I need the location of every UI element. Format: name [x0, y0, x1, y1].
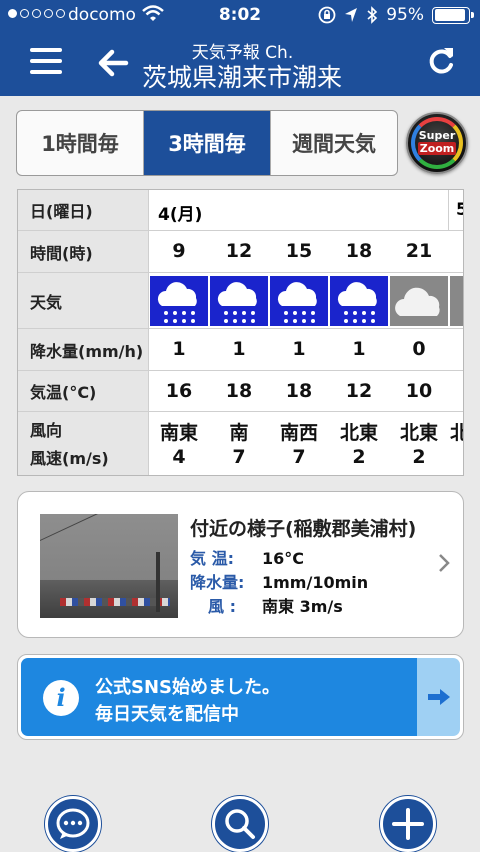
row-label-wind-dir: 風向 [30, 420, 63, 440]
plus-icon [392, 808, 424, 840]
bluetooth-icon [367, 6, 378, 24]
sns-banner[interactable]: i 公式SNS始めました。 毎日天気を配信中 [17, 654, 464, 740]
temp-cell: 18 [285, 380, 313, 402]
interval-tabs: 1時間毎 3時間毎 週間天気 [16, 110, 398, 176]
chat-icon [56, 808, 90, 839]
row-label-temp: 気温(°C) [18, 371, 149, 411]
wind-speed-cell: 2 [412, 446, 426, 468]
superzoom-button[interactable]: Super Zoom [406, 112, 468, 174]
row-label-wind: 風向 風速(m/s) [18, 412, 149, 475]
tab-3-hourly[interactable]: 3時間毎 [144, 111, 271, 175]
banner-arrow-button[interactable] [417, 658, 460, 736]
wind-dir-cell: 南東 [159, 422, 198, 444]
row-label-wind-speed: 風速(m/s) [30, 448, 109, 468]
time-cell: 15 [285, 240, 313, 262]
chat-button[interactable] [45, 796, 101, 852]
cloud-icon [450, 276, 463, 326]
chevron-right-icon [439, 554, 450, 572]
row-label-time: 時間(時) [18, 231, 149, 272]
nearby-temp-value: 16°C [262, 549, 305, 568]
menu-icon [30, 48, 62, 52]
nearby-precip: 降水量: 1mm/10min [190, 569, 368, 593]
precip-cell: 0 [412, 338, 426, 360]
menu-button[interactable] [30, 48, 62, 76]
wind-dir-cell-partial: 北 [450, 418, 463, 445]
location-arrow-icon [345, 8, 358, 22]
arrow-right-icon [427, 689, 450, 705]
table-row-wind: 風向 風速(m/s) 南東 南 南西 北東 北東 北 4 7 7 2 2 [18, 412, 463, 475]
row-label-weather: 天気 [18, 273, 149, 328]
nearby-wind: 風 : 南東 3m/s [190, 593, 343, 617]
superzoom-ring [411, 117, 463, 169]
precip-cell: 1 [172, 338, 186, 360]
next-day-value: 5 [456, 200, 463, 220]
wind-speed-cell: 4 [172, 446, 186, 468]
rotation-lock-icon [318, 6, 336, 24]
table-row-time: 時間(時) 9 12 15 18 21 [18, 231, 463, 273]
search-icon [225, 809, 255, 839]
nearby-conditions-card[interactable]: 付近の様子(稲敷郡美浦村) 気 温: 16°C 降水量: 1mm/10min 風 :… [17, 491, 464, 638]
row-label-precip: 降水量(mm/h) [18, 329, 149, 370]
precip-cell: 1 [292, 338, 306, 360]
temp-cell: 12 [345, 380, 373, 402]
day-value: 4(月) [158, 205, 203, 225]
wind-dir-cell: 北東 [339, 422, 378, 444]
wind-dir-cell: 南西 [279, 422, 318, 444]
app-header: docomo 8:02 95% 天気予報 Ch. 茨城県潮来市潮来 [0, 0, 480, 96]
time-cell: 21 [405, 240, 433, 262]
rain-cloud-icon [210, 276, 268, 326]
temp-cell: 10 [405, 380, 433, 402]
cloud-icon [390, 276, 448, 326]
battery-icon [432, 6, 474, 24]
nearby-precip-label: 降水量: [190, 573, 245, 592]
banner-line-1: 公式SNS始めました。 [95, 677, 280, 698]
temp-cell: 16 [165, 380, 193, 402]
nearby-wind-label: 風 : [208, 597, 236, 616]
tab-hourly[interactable]: 1時間毎 [17, 111, 144, 175]
search-button[interactable] [212, 796, 268, 852]
wind-dir-cell: 北東 [399, 422, 438, 444]
rain-cloud-icon [270, 276, 328, 326]
nearby-temp-label: 気 温: [190, 549, 234, 568]
wind-speed-cell: 2 [352, 446, 366, 468]
refresh-button[interactable] [424, 44, 458, 78]
table-row-precip: 降水量(mm/h) 1 1 1 1 0 [18, 329, 463, 371]
table-row-temp: 気温(°C) 16 18 18 12 10 [18, 371, 463, 412]
rain-cloud-icon [330, 276, 388, 326]
status-bar: docomo 8:02 95% [0, 0, 480, 32]
time-cell: 12 [225, 240, 253, 262]
precip-cell: 1 [352, 338, 366, 360]
wind-speed-cell: 7 [292, 446, 306, 468]
forecast-table[interactable]: 日(曜日) 4(月) 5 時間(時) 9 12 15 18 21 天気 降水 [17, 189, 464, 476]
table-row-day: 日(曜日) 4(月) 5 [18, 190, 463, 231]
tab-weekly[interactable]: 週間天気 [271, 111, 397, 175]
page-title: 茨城県潮来市潮来 [141, 63, 342, 92]
temp-cell: 18 [225, 380, 253, 402]
time-cell: 9 [172, 240, 186, 262]
precip-cell: 1 [232, 338, 246, 360]
nearby-temp: 気 温: 16°C [190, 545, 304, 569]
banner-line-2: 毎日天気を配信中 [95, 704, 239, 725]
back-button[interactable] [96, 46, 130, 80]
add-location-button[interactable] [380, 796, 436, 852]
status-right: 95% [318, 5, 474, 25]
table-row-weather: 天気 [18, 273, 463, 329]
rain-cloud-icon [150, 276, 208, 326]
nearby-wind-value: 南東 3m/s [262, 597, 343, 616]
sns-banner-body: i 公式SNS始めました。 毎日天気を配信中 [21, 658, 418, 736]
info-icon: i [43, 680, 79, 716]
time-cell: 18 [345, 240, 373, 262]
nearby-title: 付近の様子(稲敷郡美浦村) [190, 518, 417, 540]
wind-speed-cell: 7 [232, 446, 246, 468]
wind-dir-cell: 南 [229, 422, 249, 444]
live-camera-photo [40, 514, 178, 618]
battery-percent: 95% [386, 5, 424, 25]
nearby-precip-value: 1mm/10min [262, 573, 369, 592]
row-label-day: 日(曜日) [18, 190, 149, 230]
